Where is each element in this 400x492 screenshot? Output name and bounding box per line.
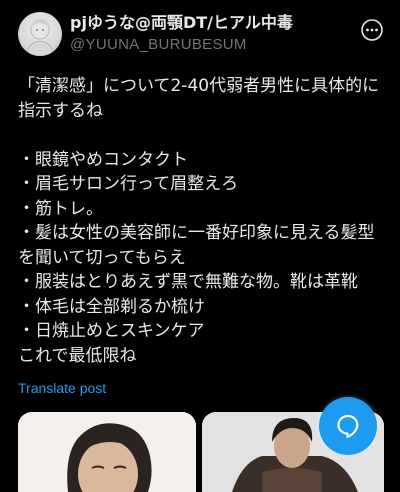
display-name[interactable]: pjゆうな@両顎DT/ヒアル中毒 — [70, 12, 370, 34]
avatar[interactable] — [18, 12, 62, 56]
compose-reply-button[interactable] — [319, 397, 377, 455]
tweet-header: pjゆうな@両顎DT/ヒアル中毒 @YUUNA_BURUBESUM — [0, 0, 400, 70]
more-icon — [361, 19, 383, 41]
translate-post-link[interactable]: Translate post — [18, 380, 106, 396]
more-button[interactable] — [360, 18, 384, 42]
tweet-text-content: 「清潔感」について2-40代弱者男性に具体的に 指示するね ・眼鏡やめコンタクト… — [18, 76, 380, 366]
tweet-text: 「清潔感」について2-40代弱者男性に具体的に 指示するね ・眼鏡やめコンタクト… — [18, 74, 388, 368]
media-image-1[interactable] — [18, 412, 196, 492]
compose-reply-icon — [337, 414, 359, 439]
photo-man-1 — [18, 412, 196, 492]
avatar-image — [25, 18, 55, 56]
user-handle[interactable]: @YUUNA_BURUBESUM — [70, 34, 370, 56]
author-names: pjゆうな@両顎DT/ヒアル中毒 @YUUNA_BURUBESUM — [70, 12, 370, 56]
